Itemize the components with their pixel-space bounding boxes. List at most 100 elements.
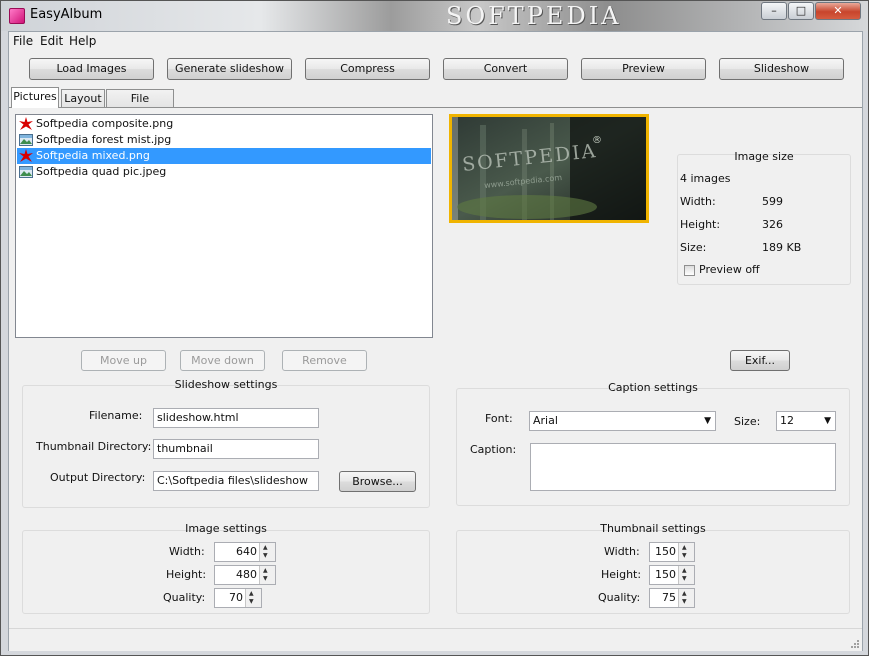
image-preview: SOFTPEDIA ® www.softpedia.com: [449, 114, 649, 223]
thumbnail-settings-title: Thumbnail settings: [600, 522, 706, 535]
spin-up-icon[interactable]: ▲: [682, 590, 687, 598]
menu-bar: File Edit Help: [9, 32, 862, 52]
image-size-title: Image size: [734, 150, 794, 163]
caption-label: Caption:: [470, 443, 517, 456]
thumbnail-width-stepper[interactable]: 150 ▲ ▼: [649, 542, 695, 562]
filename-label: Filename:: [89, 409, 143, 422]
image-settings-title: Image settings: [185, 522, 267, 535]
spin-up-icon[interactable]: ▲: [682, 567, 687, 575]
width-value: 599: [762, 195, 783, 208]
thumbnail-width-label: Width:: [604, 545, 640, 558]
spin-up-icon[interactable]: ▲: [263, 544, 268, 552]
title-bar[interactable]: EasyAlbum SOFTPEDIA – □ ✕: [1, 1, 868, 31]
remove-button[interactable]: Remove: [282, 350, 367, 371]
compress-button[interactable]: Compress: [305, 58, 430, 80]
slideshow-button[interactable]: Slideshow: [719, 58, 844, 80]
preview-off-checkbox[interactable]: [684, 265, 695, 276]
thumbnail-quality-value: 75: [662, 591, 676, 604]
chevron-down-icon: ▼: [824, 416, 831, 426]
tab-file-manager[interactable]: File manager: [106, 89, 174, 122]
list-item[interactable]: Softpedia quad pic.jpeg: [17, 164, 431, 180]
exif-button[interactable]: Exif...: [730, 350, 790, 371]
list-item[interactable]: Softpedia forest mist.jpg: [17, 132, 431, 148]
client-area: File Edit Help Load Images Generate slid…: [8, 31, 863, 651]
resize-grip-icon[interactable]: [850, 639, 860, 649]
image-file-list[interactable]: Softpedia composite.png Softpedia forest…: [15, 114, 433, 338]
menu-file[interactable]: File: [13, 34, 33, 48]
image-width-stepper[interactable]: 640 ▲ ▼: [214, 542, 276, 562]
height-label: Height:: [680, 218, 721, 231]
maximize-button[interactable]: □: [788, 2, 814, 20]
close-button[interactable]: ✕: [815, 2, 861, 20]
output-directory-label: Output Directory:: [50, 471, 146, 484]
font-select[interactable]: Arial ▼: [529, 411, 716, 431]
size-value: 189 KB: [762, 241, 802, 254]
caption-settings-title: Caption settings: [608, 381, 698, 394]
image-quality-value: 70: [229, 591, 243, 604]
menu-help[interactable]: Help: [69, 34, 96, 48]
move-up-button[interactable]: Move up: [81, 350, 166, 371]
app-icon: [9, 8, 25, 24]
convert-button[interactable]: Convert: [443, 58, 568, 80]
app-window: EasyAlbum SOFTPEDIA – □ ✕ File Edit Help…: [0, 0, 869, 656]
font-select-value: Arial: [533, 414, 558, 427]
thumbnail-quality-stepper[interactable]: 75 ▲ ▼: [649, 588, 695, 608]
thumbnail-height-stepper[interactable]: 150 ▲ ▼: [649, 565, 695, 585]
image-height-label: Height:: [166, 568, 207, 581]
list-item[interactable]: Softpedia composite.png: [17, 116, 431, 132]
file-name: Softpedia forest mist.jpg: [36, 133, 172, 146]
spin-up-icon[interactable]: ▲: [682, 544, 687, 552]
preview-off-label[interactable]: Preview off: [699, 263, 760, 276]
spin-down-icon[interactable]: ▼: [263, 552, 268, 560]
thumbnail-height-value: 150: [655, 568, 676, 581]
image-width-value: 640: [236, 545, 257, 558]
move-down-button[interactable]: Move down: [180, 350, 265, 371]
slideshow-settings-title: Slideshow settings: [174, 378, 278, 391]
png-file-icon: [19, 117, 33, 130]
load-images-button[interactable]: Load Images: [29, 58, 154, 80]
image-quality-label: Quality:: [163, 591, 206, 604]
spin-down-icon[interactable]: ▼: [682, 552, 687, 560]
spin-up-icon[interactable]: ▲: [263, 567, 268, 575]
thumbnail-width-value: 150: [655, 545, 676, 558]
file-name: Softpedia mixed.png: [36, 149, 150, 162]
image-count: 4 images: [680, 172, 731, 185]
thumbnail-height-label: Height:: [601, 568, 642, 581]
file-name: Softpedia composite.png: [36, 117, 174, 130]
tab-pictures[interactable]: Pictures: [11, 87, 59, 108]
window-title: EasyAlbum: [30, 7, 103, 22]
preview-mark: ®: [592, 135, 602, 146]
thumbnail-directory-input[interactable]: thumbnail: [153, 439, 319, 459]
file-name: Softpedia quad pic.jpeg: [36, 165, 167, 178]
thumbnail-quality-label: Quality:: [598, 591, 641, 604]
thumbnail-directory-label: Thumbnail Directory:: [36, 440, 152, 453]
caption-input[interactable]: [530, 443, 836, 491]
menu-edit[interactable]: Edit: [40, 34, 63, 48]
output-directory-input[interactable]: C:\Softpedia files\slideshow: [153, 471, 319, 491]
status-bar: [9, 628, 862, 651]
tab-layout[interactable]: Layout: [61, 89, 105, 108]
preview-button[interactable]: Preview: [581, 58, 706, 80]
height-value: 326: [762, 218, 783, 231]
image-quality-stepper[interactable]: 70 ▲ ▼: [214, 588, 262, 608]
font-size-select[interactable]: 12 ▼: [776, 411, 836, 431]
minimize-button[interactable]: –: [761, 2, 787, 20]
spin-up-icon[interactable]: ▲: [249, 590, 254, 598]
softpedia-watermark: SOFTPEDIA: [446, 2, 622, 30]
spin-down-icon[interactable]: ▼: [682, 575, 687, 583]
font-label: Font:: [485, 412, 513, 425]
png-file-icon: [19, 149, 33, 162]
browse-button[interactable]: Browse...: [339, 471, 416, 492]
spin-down-icon[interactable]: ▼: [249, 598, 254, 606]
image-height-stepper[interactable]: 480 ▲ ▼: [214, 565, 276, 585]
filename-input[interactable]: slideshow.html: [153, 408, 319, 428]
spin-down-icon[interactable]: ▼: [682, 598, 687, 606]
image-width-label: Width:: [169, 545, 205, 558]
generate-slideshow-button[interactable]: Generate slideshow: [167, 58, 292, 80]
list-item-selected[interactable]: Softpedia mixed.png: [17, 148, 431, 164]
chevron-down-icon: ▼: [704, 416, 711, 426]
size-label: Size:: [680, 241, 707, 254]
spin-down-icon[interactable]: ▼: [263, 575, 268, 583]
image-height-value: 480: [236, 568, 257, 581]
font-size-value: 12: [780, 414, 794, 427]
